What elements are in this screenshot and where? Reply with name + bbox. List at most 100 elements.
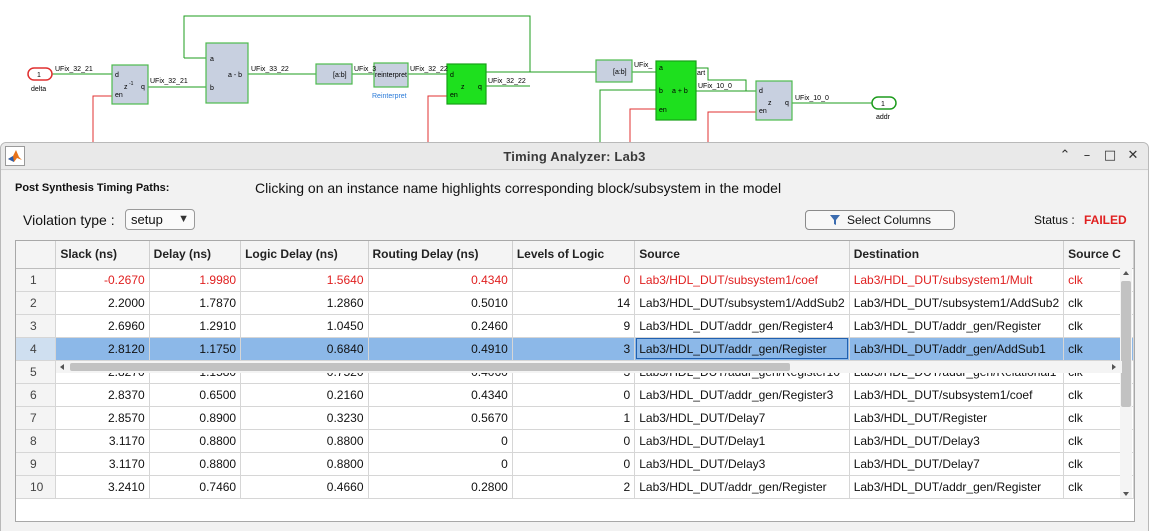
cell-routing-delay[interactable]: 0.5670 (368, 406, 513, 430)
cell-slack[interactable]: 3.1170 (55, 452, 150, 476)
column-header-levels[interactable]: Levels of Logic (512, 241, 636, 269)
table-row-selected[interactable]: 4 2.8120 1.1750 0.6840 0.4910 3 Lab3/HDL… (16, 337, 1134, 361)
cell-slack[interactable]: 2.8570 (55, 406, 150, 430)
column-header-logic-delay[interactable]: Logic Delay (ns) (240, 241, 369, 269)
close-button[interactable]: ✕ (1124, 147, 1142, 165)
cell-logic-delay[interactable]: 0.8800 (240, 452, 369, 476)
violation-type-select[interactable]: setup ▼ (125, 209, 195, 230)
table-row[interactable]: 8 3.1170 0.8800 0.8800 0 0 Lab3/HDL_DUT/… (16, 429, 1134, 453)
vertical-scroll-thumb[interactable] (1121, 281, 1131, 407)
cell-source[interactable]: Lab3/HDL_DUT/Delay3 (634, 452, 850, 476)
collapse-button[interactable]: ⌃ (1056, 147, 1074, 165)
cell-destination[interactable]: Lab3/HDL_DUT/Delay7 (849, 452, 1065, 476)
cell-logic-delay[interactable]: 0.3230 (240, 406, 369, 430)
table-row[interactable]: 7 2.8570 0.8900 0.3230 0.5670 1 Lab3/HDL… (16, 406, 1134, 430)
cell-logic-delay[interactable]: 0.2160 (240, 383, 369, 407)
cell-delay[interactable]: 0.7460 (149, 475, 242, 499)
minimize-button[interactable]: – (1078, 147, 1096, 165)
cell-logic-delay[interactable]: 0.8800 (240, 429, 369, 453)
column-header-slack[interactable]: Slack (ns) (55, 241, 150, 269)
cell-levels[interactable]: 1 (512, 406, 636, 430)
cell-levels[interactable]: 0 (512, 429, 636, 453)
cell-logic-delay[interactable]: 0.4660 (240, 475, 369, 499)
cell-delay[interactable]: 1.7870 (149, 291, 242, 315)
delay-z-label-3: z (768, 100, 772, 107)
cell-delay[interactable]: 0.8800 (149, 429, 242, 453)
row-number: 5 (16, 360, 57, 384)
cell-delay[interactable]: 1.2910 (149, 314, 242, 338)
cell-source[interactable]: Lab3/HDL_DUT/addr_gen/Register3 (634, 383, 850, 407)
cell-delay[interactable]: 0.8800 (149, 452, 242, 476)
cell-routing-delay[interactable]: 0.4340 (368, 383, 513, 407)
table-row[interactable]: 2 2.2000 1.7870 1.2860 0.5010 14 Lab3/HD… (16, 291, 1134, 315)
cell-slack[interactable]: 2.6960 (55, 314, 150, 338)
table-row[interactable]: 10 3.2410 0.7460 0.4660 0.2800 2 Lab3/HD… (16, 475, 1134, 499)
cell-logic-delay[interactable]: 1.5640 (240, 268, 369, 292)
cell-destination[interactable]: Lab3/HDL_DUT/addr_gen/AddSub1 (849, 337, 1065, 361)
cell-destination[interactable]: Lab3/HDL_DUT/subsystem1/AddSub2 (849, 291, 1065, 315)
cell-destination[interactable]: Lab3/HDL_DUT/subsystem1/Mult (849, 268, 1065, 292)
cell-routing-delay[interactable]: 0 (368, 429, 513, 453)
column-header-destination[interactable]: Destination (849, 241, 1065, 269)
cell-source[interactable]: Lab3/HDL_DUT/addr_gen/Register (634, 337, 850, 361)
cell-delay[interactable]: 1.1750 (149, 337, 242, 361)
slice-label-2: [a:b] (613, 69, 627, 76)
cell-slack[interactable]: 3.1170 (55, 429, 150, 453)
cell-destination[interactable]: Lab3/HDL_DUT/subsystem1/coef (849, 383, 1065, 407)
cell-slack[interactable]: 3.2410 (55, 475, 150, 499)
cell-destination[interactable]: Lab3/HDL_DUT/Delay3 (849, 429, 1065, 453)
port-b-label: b (210, 85, 214, 92)
cell-routing-delay[interactable]: 0.5010 (368, 291, 513, 315)
cell-delay[interactable]: 0.8900 (149, 406, 242, 430)
vertical-scrollbar[interactable] (1120, 268, 1132, 498)
cell-delay[interactable]: 1.9980 (149, 268, 242, 292)
column-header-source-clock[interactable]: Source C (1063, 241, 1134, 269)
cell-routing-delay[interactable]: 0.2460 (368, 314, 513, 338)
title-bar[interactable]: Timing Analyzer: Lab3 ⌃ – □ ✕ (1, 143, 1148, 170)
table-row[interactable]: 6 2.8370 0.6500 0.2160 0.4340 0 Lab3/HDL… (16, 383, 1134, 407)
cell-routing-delay[interactable]: 0 (368, 452, 513, 476)
cell-slack[interactable]: -0.2670 (55, 268, 150, 292)
reinterpret-block-label: Reinterpret (372, 93, 407, 100)
cell-levels[interactable]: 0 (512, 383, 636, 407)
cell-levels[interactable]: 9 (512, 314, 636, 338)
cell-source[interactable]: Lab3/HDL_DUT/Delay1 (634, 429, 850, 453)
delay-z-label: z (124, 84, 128, 91)
port-en-label-2: en (450, 92, 458, 99)
cell-slack[interactable]: 2.2000 (55, 291, 150, 315)
cell-routing-delay[interactable]: 0.4910 (368, 337, 513, 361)
select-columns-button[interactable]: Select Columns (805, 210, 955, 230)
maximize-button[interactable]: □ (1101, 147, 1119, 165)
cell-destination[interactable]: Lab3/HDL_DUT/addr_gen/Register (849, 475, 1065, 499)
cell-logic-delay[interactable]: 1.2860 (240, 291, 369, 315)
cell-levels[interactable]: 0 (512, 268, 636, 292)
cell-destination[interactable]: Lab3/HDL_DUT/Register (849, 406, 1065, 430)
table-row[interactable]: 1 -0.2670 1.9980 1.5640 0.4340 0 Lab3/HD… (16, 268, 1134, 292)
column-header-routing-delay[interactable]: Routing Delay (ns) (368, 241, 513, 269)
cell-levels[interactable]: 3 (512, 337, 636, 361)
cell-delay[interactable]: 0.6500 (149, 383, 242, 407)
cell-levels[interactable]: 0 (512, 452, 636, 476)
cell-source[interactable]: Lab3/HDL_DUT/addr_gen/Register (634, 475, 850, 499)
cell-source[interactable]: Lab3/HDL_DUT/Delay7 (634, 406, 850, 430)
cell-routing-delay[interactable]: 0.2800 (368, 475, 513, 499)
cell-levels[interactable]: 14 (512, 291, 636, 315)
column-header-source[interactable]: Source (634, 241, 850, 269)
column-header-delay[interactable]: Delay (ns) (149, 241, 242, 269)
timing-paths-table[interactable]: Slack (ns) Delay (ns) Logic Delay (ns) R… (15, 240, 1135, 522)
cell-levels[interactable]: 2 (512, 475, 636, 499)
cell-logic-delay[interactable]: 0.6840 (240, 337, 369, 361)
table-row[interactable]: 3 2.6960 1.2910 1.0450 0.2460 9 Lab3/HDL… (16, 314, 1134, 338)
cell-slack[interactable]: 2.8120 (55, 337, 150, 361)
cell-logic-delay[interactable]: 1.0450 (240, 314, 369, 338)
horizontal-scrollbar[interactable] (56, 361, 1122, 373)
table-row[interactable]: 9 3.1170 0.8800 0.8800 0 0 Lab3/HDL_DUT/… (16, 452, 1134, 476)
cell-routing-delay[interactable]: 0.4340 (368, 268, 513, 292)
horizontal-scroll-thumb[interactable] (70, 363, 790, 371)
cell-source[interactable]: Lab3/HDL_DUT/subsystem1/coef (634, 268, 850, 292)
cell-destination[interactable]: Lab3/HDL_DUT/addr_gen/Register (849, 314, 1065, 338)
simulink-model-canvas[interactable]: 1 delta d en q z -1 a b a - b [a:b] rein… (0, 0, 1156, 150)
cell-slack[interactable]: 2.8370 (55, 383, 150, 407)
cell-source[interactable]: Lab3/HDL_DUT/addr_gen/Register4 (634, 314, 850, 338)
cell-source[interactable]: Lab3/HDL_DUT/subsystem1/AddSub2 (634, 291, 850, 315)
